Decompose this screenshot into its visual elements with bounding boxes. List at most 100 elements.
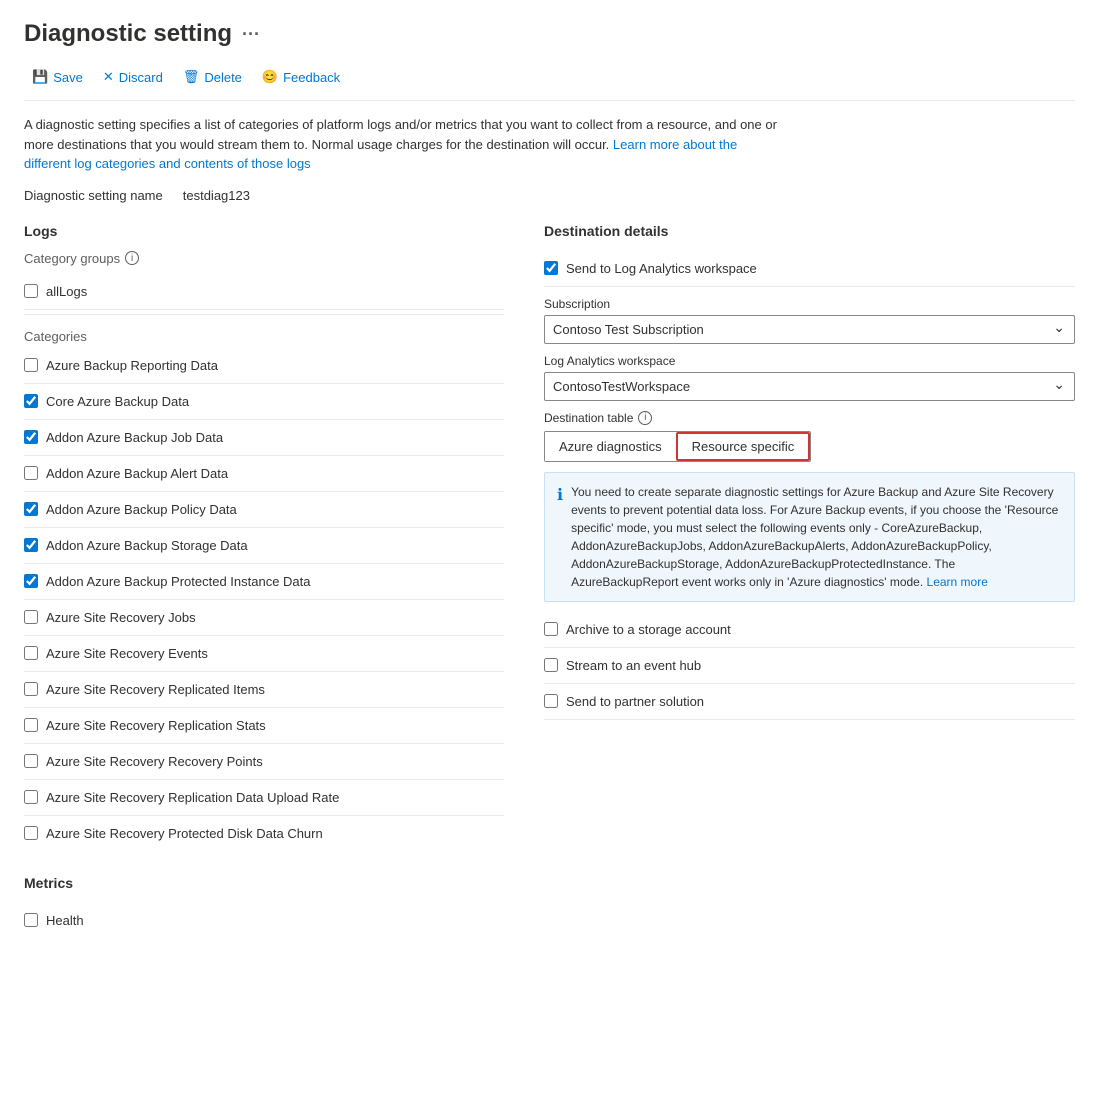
category-label: Core Azure Backup Data <box>46 394 189 409</box>
category-row: Azure Site Recovery Replication Stats <box>24 708 504 744</box>
all-logs-checkbox[interactable] <box>24 284 38 298</box>
event-hub-label: Stream to an event hub <box>566 658 701 673</box>
all-logs-label: allLogs <box>46 284 87 299</box>
categories-section: Categories Azure Backup Reporting Data Co… <box>24 329 504 851</box>
category-row: Addon Azure Backup Alert Data <box>24 456 504 492</box>
learn-more-link-infobox[interactable]: Learn more <box>927 575 988 589</box>
azure-diagnostics-btn[interactable]: Azure diagnostics <box>545 432 676 461</box>
category-label: Azure Site Recovery Recovery Points <box>46 754 263 769</box>
category-checkbox[interactable] <box>24 646 38 660</box>
subscription-select[interactable]: Contoso Test Subscription <box>544 315 1075 344</box>
metric-label: Health <box>46 913 84 928</box>
category-row: Azure Site Recovery Replicated Items <box>24 672 504 708</box>
metrics-section: Metrics Health <box>24 875 504 938</box>
save-button[interactable]: 💾 Save <box>24 64 91 90</box>
category-checkbox[interactable] <box>24 754 38 768</box>
category-row: Azure Backup Reporting Data <box>24 348 504 384</box>
category-checkbox[interactable] <box>24 538 38 552</box>
storage-account-checkbox[interactable] <box>544 622 558 636</box>
category-checkbox[interactable] <box>24 574 38 588</box>
dest-table-info-icon[interactable]: i <box>638 411 652 425</box>
category-checkbox[interactable] <box>24 466 38 480</box>
category-label: Addon Azure Backup Policy Data <box>46 502 237 517</box>
setting-name-row: Diagnostic setting name testdiag123 <box>24 188 1075 203</box>
category-checkbox[interactable] <box>24 430 38 444</box>
log-analytics-checkbox[interactable] <box>544 261 558 275</box>
category-label: Addon Azure Backup Storage Data <box>46 538 248 553</box>
dest-table-label: Destination table i <box>544 411 1075 425</box>
category-row: Azure Site Recovery Jobs <box>24 600 504 636</box>
category-row: Addon Azure Backup Policy Data <box>24 492 504 528</box>
info-box-icon: ℹ <box>557 484 563 591</box>
setting-name-label: Diagnostic setting name <box>24 188 163 203</box>
metric-row: Health <box>24 903 504 938</box>
category-groups-label: Category groups i <box>24 251 504 266</box>
subscription-label: Subscription <box>544 297 1075 311</box>
page-title: Diagnostic setting <box>24 20 232 48</box>
category-label: Addon Azure Backup Job Data <box>46 430 223 445</box>
storage-account-label: Archive to a storage account <box>566 622 731 637</box>
category-checkbox[interactable] <box>24 610 38 624</box>
page-header: Diagnostic setting ··· <box>24 20 1075 48</box>
destination-section-title: Destination details <box>544 223 1075 239</box>
category-checkbox[interactable] <box>24 790 38 804</box>
category-checkbox[interactable] <box>24 358 38 372</box>
category-row: Core Azure Backup Data <box>24 384 504 420</box>
category-label: Addon Azure Backup Protected Instance Da… <box>46 574 311 589</box>
main-content: Logs Category groups i allLogs Categorie… <box>24 223 1075 938</box>
setting-name-value: testdiag123 <box>183 188 250 203</box>
discard-button[interactable]: ✕ Discard <box>95 64 171 90</box>
category-label: Azure Site Recovery Replication Data Upl… <box>46 790 339 805</box>
storage-account-row: Archive to a storage account <box>544 612 1075 648</box>
event-hub-row: Stream to an event hub <box>544 648 1075 684</box>
partner-solution-label: Send to partner solution <box>566 694 704 709</box>
info-box-content: You need to create separate diagnostic s… <box>571 483 1062 591</box>
category-groups-info-icon[interactable]: i <box>125 251 139 265</box>
feedback-icon: 😊 <box>262 69 278 85</box>
delete-icon: 🗑 <box>183 69 200 85</box>
subscription-group: Subscription Contoso Test Subscription <box>544 297 1075 344</box>
all-logs-row: allLogs <box>24 274 504 310</box>
logs-section-title: Logs <box>24 223 504 239</box>
resource-specific-btn[interactable]: Resource specific <box>676 432 811 461</box>
category-checkbox[interactable] <box>24 718 38 732</box>
workspace-group: Log Analytics workspace ContosoTestWorks… <box>544 354 1075 401</box>
workspace-select[interactable]: ContosoTestWorkspace <box>544 372 1075 401</box>
workspace-label: Log Analytics workspace <box>544 354 1075 368</box>
log-analytics-row: Send to Log Analytics workspace <box>544 251 1075 287</box>
category-row: Azure Site Recovery Events <box>24 636 504 672</box>
feedback-button[interactable]: 😊 Feedback <box>254 64 348 90</box>
partner-solution-row: Send to partner solution <box>544 684 1075 720</box>
category-row: Azure Site Recovery Recovery Points <box>24 744 504 780</box>
delete-button[interactable]: 🗑 Delete <box>175 64 250 90</box>
category-label: Azure Site Recovery Protected Disk Data … <box>46 826 323 841</box>
left-panel: Logs Category groups i allLogs Categorie… <box>24 223 504 938</box>
subscription-select-wrapper: Contoso Test Subscription <box>544 315 1075 344</box>
category-checkbox[interactable] <box>24 394 38 408</box>
workspace-select-wrapper: ContosoTestWorkspace <box>544 372 1075 401</box>
category-label: Azure Site Recovery Jobs <box>46 610 196 625</box>
discard-icon: ✕ <box>103 69 114 85</box>
event-hub-checkbox[interactable] <box>544 658 558 672</box>
partner-solution-checkbox[interactable] <box>544 694 558 708</box>
categories-label: Categories <box>24 329 504 344</box>
more-options-icon[interactable]: ··· <box>242 24 260 45</box>
metric-checkbox[interactable] <box>24 913 38 927</box>
category-row: Azure Site Recovery Protected Disk Data … <box>24 816 504 851</box>
toolbar: 💾 Save ✕ Discard 🗑 Delete 😊 Feedback <box>24 64 1075 101</box>
info-box: ℹ You need to create separate diagnostic… <box>544 472 1075 602</box>
destination-table-toggle: Azure diagnostics Resource specific <box>544 431 811 462</box>
category-row: Addon Azure Backup Storage Data <box>24 528 504 564</box>
save-icon: 💾 <box>32 69 48 85</box>
right-panel: Destination details Send to Log Analytic… <box>544 223 1075 938</box>
category-label: Azure Site Recovery Replication Stats <box>46 718 266 733</box>
description: A diagnostic setting specifies a list of… <box>24 115 784 174</box>
category-row: Addon Azure Backup Protected Instance Da… <box>24 564 504 600</box>
destination-table-section: Destination table i Azure diagnostics Re… <box>544 411 1075 602</box>
category-checkbox[interactable] <box>24 826 38 840</box>
category-label: Azure Site Recovery Events <box>46 646 208 661</box>
category-checkbox[interactable] <box>24 502 38 516</box>
category-row: Addon Azure Backup Job Data <box>24 420 504 456</box>
metrics-list: Health <box>24 903 504 938</box>
category-checkbox[interactable] <box>24 682 38 696</box>
